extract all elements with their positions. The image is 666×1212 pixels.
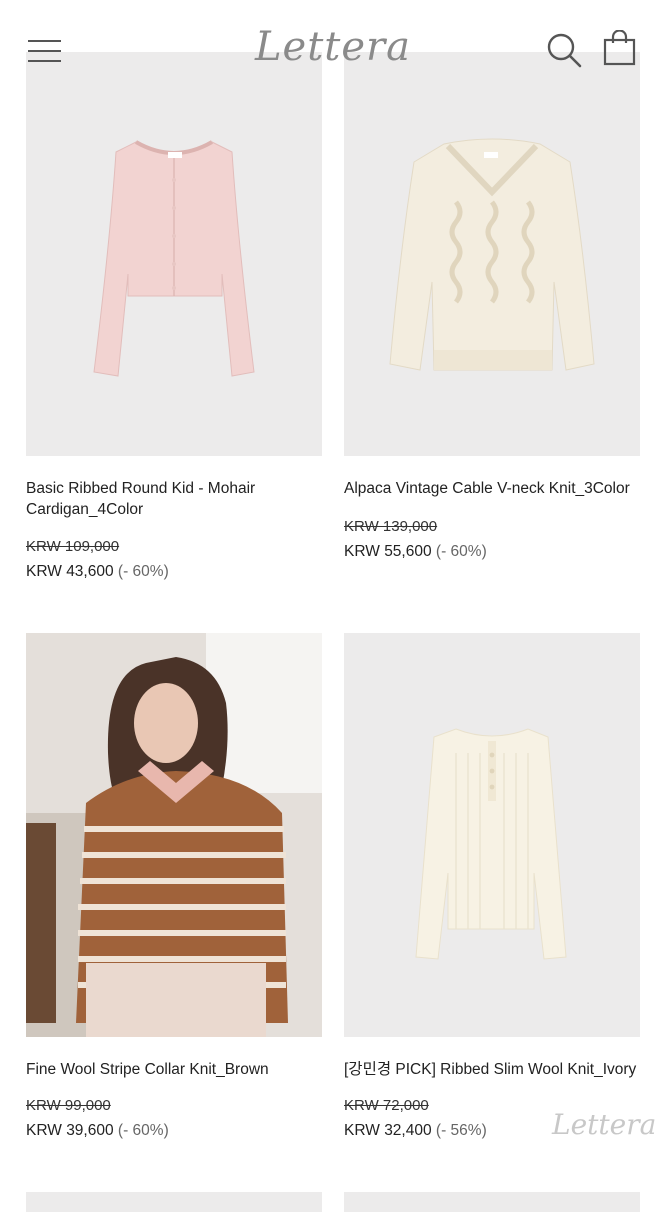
- original-price: KRW 139,000: [344, 518, 438, 535]
- discount-percent: (- 56%): [435, 1122, 487, 1139]
- product-card[interactable]: Alpaca Vintage Cable V-neck Knit_3Color …: [344, 52, 640, 560]
- product-image-model-brown-stripe-knit[interactable]: [26, 633, 322, 1037]
- discount-percent: (- 60%): [117, 1122, 169, 1139]
- price-block: KRW 109,000 KRW 43,600 (- 60%): [26, 538, 169, 581]
- price-block: KRW 99,000 KRW 39,600 (- 60%): [26, 1097, 169, 1140]
- product-name[interactable]: [강민경 PICK] Ribbed Slim Wool Knit_Ivory: [344, 1059, 640, 1080]
- product-image-pink-cardigan[interactable]: [26, 52, 322, 456]
- sale-price-line: KRW 32,400 (- 56%): [344, 1122, 487, 1140]
- original-price: KRW 99,000: [26, 1097, 111, 1114]
- price-block: KRW 139,000 KRW 55,600 (- 60%): [344, 518, 487, 561]
- sale-price-line: KRW 43,600 (- 60%): [26, 563, 169, 581]
- product-image-cream-cable-knit[interactable]: [344, 52, 640, 456]
- next-product-image-peek[interactable]: [26, 1192, 322, 1212]
- product-card[interactable]: [강민경 PICK] Ribbed Slim Wool Knit_Ivory K…: [344, 633, 640, 1139]
- product-image-ivory-ribbed-knit[interactable]: [344, 633, 640, 1037]
- sale-price: KRW 32,400: [344, 1122, 432, 1139]
- discount-percent: (- 60%): [435, 543, 487, 560]
- sale-price: KRW 39,600: [26, 1122, 114, 1139]
- site-header: Lettera: [0, 0, 666, 100]
- sale-price-line: KRW 55,600 (- 60%): [344, 543, 487, 561]
- product-name[interactable]: Basic Ribbed Round Kid - Mohair Cardigan…: [26, 478, 322, 520]
- lettera-watermark: Lettera: [552, 1108, 657, 1141]
- shopping-bag-icon[interactable]: [602, 29, 638, 68]
- product-name[interactable]: Alpaca Vintage Cable V-neck Knit_3Color: [344, 478, 640, 499]
- sale-price: KRW 55,600: [344, 543, 432, 560]
- product-card[interactable]: Fine Wool Stripe Collar Knit_Brown KRW 9…: [26, 633, 322, 1139]
- original-price: KRW 72,000: [344, 1097, 429, 1114]
- sale-price-line: KRW 39,600 (- 60%): [26, 1122, 169, 1140]
- next-product-image-peek[interactable]: [344, 1192, 640, 1212]
- original-price: KRW 109,000: [26, 538, 120, 555]
- price-block: KRW 72,000 KRW 32,400 (- 56%): [344, 1097, 487, 1140]
- sale-price: KRW 43,600: [26, 563, 114, 580]
- discount-percent: (- 60%): [117, 563, 169, 580]
- product-name[interactable]: Fine Wool Stripe Collar Knit_Brown: [26, 1059, 322, 1080]
- product-card[interactable]: Basic Ribbed Round Kid - Mohair Cardigan…: [26, 52, 322, 580]
- search-icon[interactable]: [546, 32, 582, 68]
